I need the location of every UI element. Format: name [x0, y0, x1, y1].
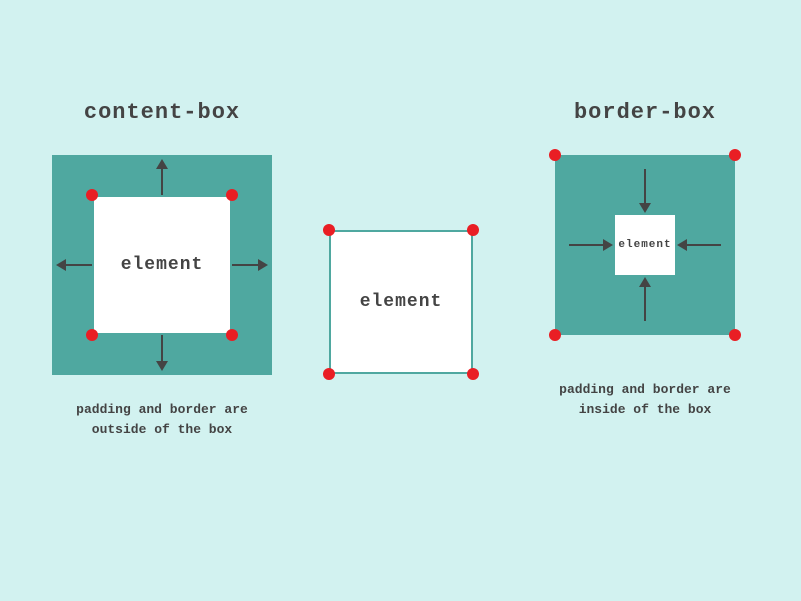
border-box-heading: border-box	[535, 100, 755, 125]
arrow-down-icon	[156, 335, 168, 371]
corner-dot	[729, 329, 741, 341]
corner-dot	[467, 368, 479, 380]
corner-dot	[549, 329, 561, 341]
caption-line: outside of the box	[92, 422, 232, 437]
corner-dot	[226, 329, 238, 341]
caption-line: padding and border are	[559, 382, 731, 397]
border-box-panel: border-box element padding and border	[535, 100, 755, 419]
corner-dot	[226, 189, 238, 201]
arrow-left-icon	[677, 239, 721, 251]
arrow-up-icon	[156, 159, 168, 195]
element-label: element	[121, 255, 204, 275]
caption-line: inside of the box	[579, 402, 712, 417]
element-label: element	[618, 239, 671, 251]
element-box: element	[329, 230, 473, 374]
content-box-heading: content-box	[42, 100, 282, 125]
content-box-caption: padding and border are outside of the bo…	[42, 400, 282, 439]
content-box-panel: content-box element padding and border	[42, 100, 282, 439]
corner-dot	[323, 224, 335, 236]
corner-dot	[86, 329, 98, 341]
arrow-down-icon	[639, 169, 651, 213]
middle-figure: element	[329, 230, 473, 374]
element-box: element	[613, 213, 677, 277]
arrow-up-icon	[639, 277, 651, 321]
element-label: element	[360, 292, 443, 312]
element-box: element	[92, 195, 232, 335]
content-box-figure: element	[52, 155, 272, 375]
border-box-figure: element	[555, 155, 735, 335]
arrow-right-icon	[569, 239, 613, 251]
arrow-left-icon	[56, 259, 92, 271]
corner-dot	[549, 149, 561, 161]
arrow-right-icon	[232, 259, 268, 271]
corner-dot	[467, 224, 479, 236]
caption-line: padding and border are	[76, 402, 248, 417]
corner-dot	[323, 368, 335, 380]
corner-dot	[86, 189, 98, 201]
border-box-caption: padding and border are inside of the box	[535, 380, 755, 419]
corner-dot	[729, 149, 741, 161]
middle-panel: element	[316, 180, 486, 374]
